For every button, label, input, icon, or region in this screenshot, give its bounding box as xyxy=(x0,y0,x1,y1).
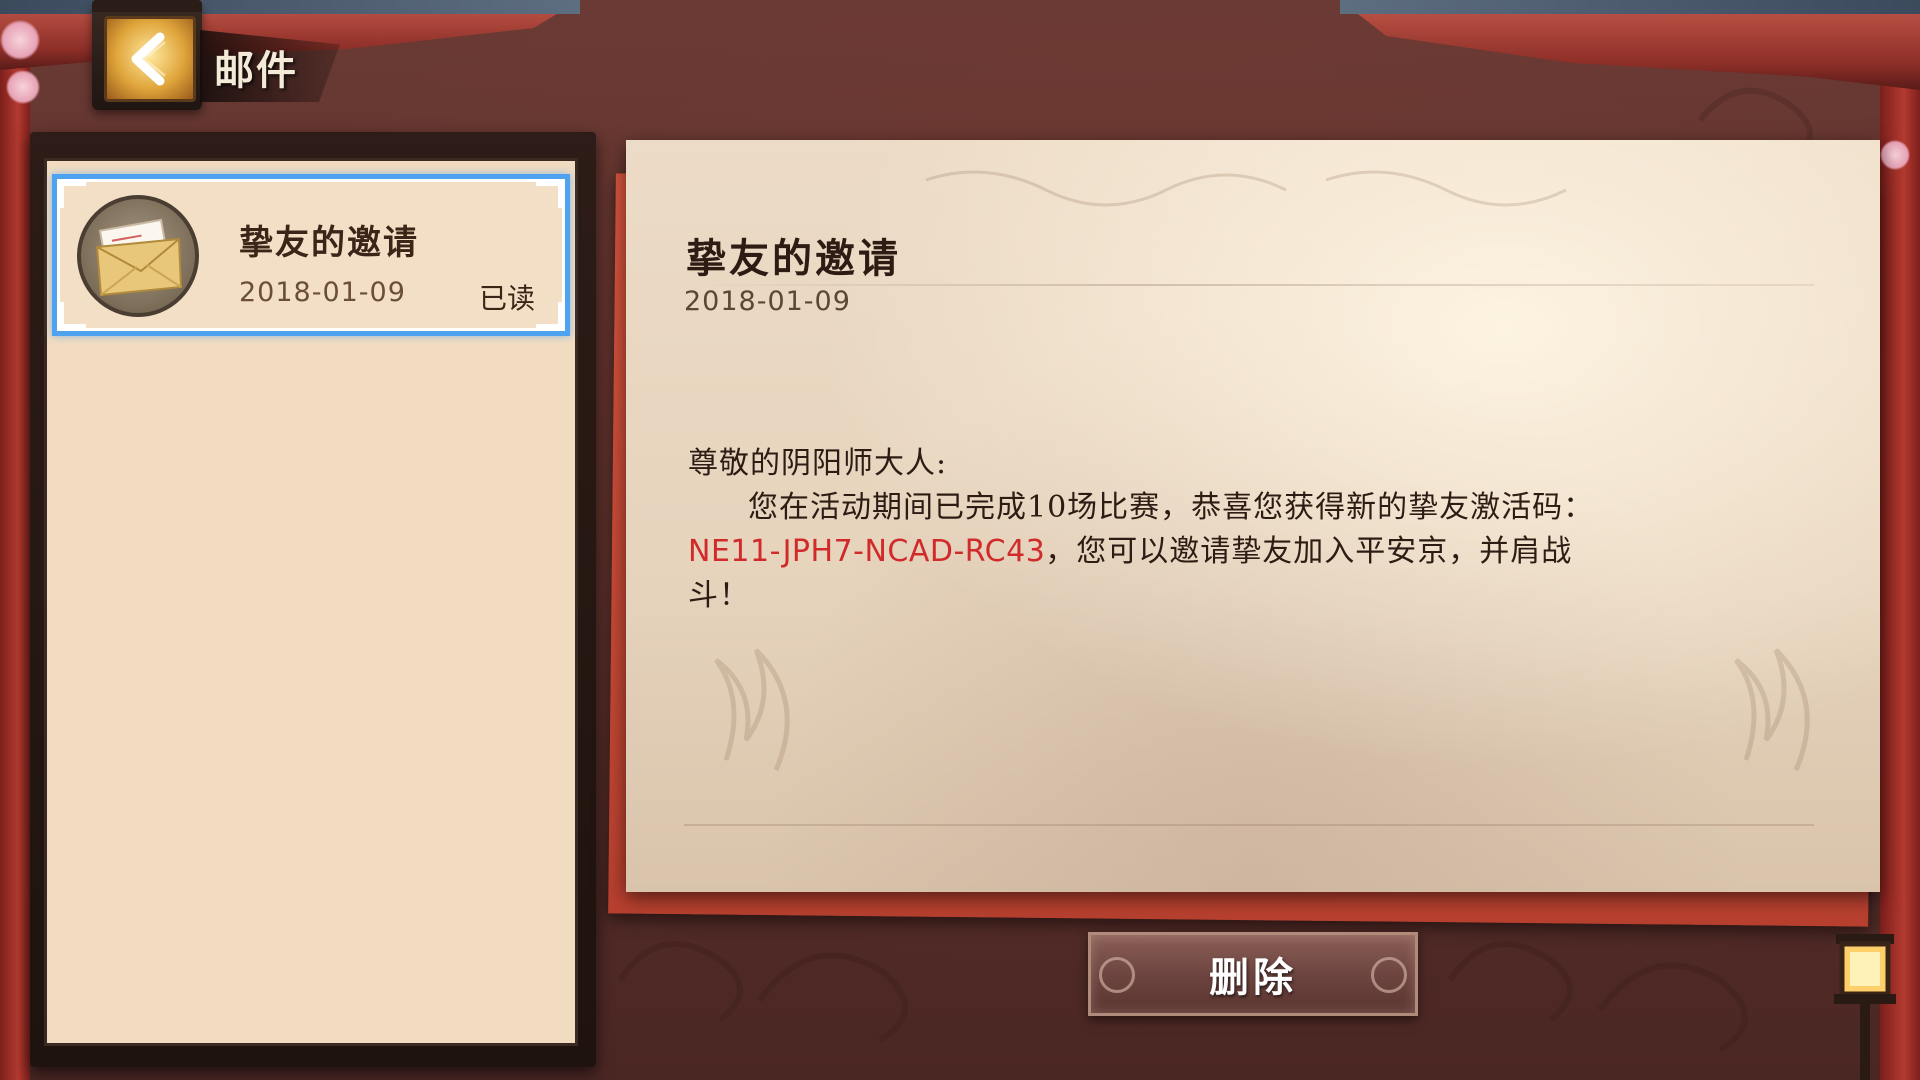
back-button[interactable] xyxy=(92,0,202,110)
page-title: 邮件 xyxy=(214,47,298,94)
letter-divider xyxy=(684,284,1814,286)
roof-tile-right xyxy=(1340,0,1920,14)
roof-tile-left xyxy=(0,0,580,14)
letter-line-2: NE11-JPH7-NCAD-RC43，您可以邀请挚友加入平安京，并肩战 xyxy=(688,530,1688,574)
letter-line-1: 您在活动期间已完成10场比赛，恭喜您获得新的挚友激活码： xyxy=(748,490,1595,525)
cherry-blossom-icon xyxy=(6,70,40,104)
cherry-blossom-icon xyxy=(0,20,40,60)
selection-corner xyxy=(536,302,563,329)
back-button-face xyxy=(104,16,196,102)
cherry-blossom-icon xyxy=(1880,140,1910,170)
mail-item-status: 已读 xyxy=(479,282,536,315)
lantern-icon xyxy=(1834,934,1896,1080)
letter-title: 挚友的邀请 xyxy=(686,235,901,282)
chevron-left-icon xyxy=(131,32,166,86)
selection-corner xyxy=(536,181,563,208)
red-pillar-right xyxy=(1880,60,1920,1080)
red-pillar-left xyxy=(0,40,30,1080)
mail-list-item[interactable]: 挚友的邀请 2018-01-09 已读 xyxy=(52,174,570,336)
mail-item-title: 挚友的邀请 xyxy=(239,223,419,263)
letter-body: 尊敬的阴阳师大人: 您在活动期间已完成10场比赛，恭喜您获得新的挚友激活码： N… xyxy=(688,442,1688,618)
back-button-cap xyxy=(92,0,202,12)
letter-date: 2018-01-09 xyxy=(684,286,851,317)
delete-button-label: 删除 xyxy=(1209,954,1297,1001)
envelope-icon xyxy=(77,195,199,317)
letter-line-2-text: ，您可以邀请挚友加入平安京，并肩战 xyxy=(1045,534,1573,569)
selection-corner xyxy=(59,302,86,329)
delete-button[interactable]: 删除 xyxy=(1088,932,1418,1016)
swirl-ornament-right xyxy=(1371,957,1407,993)
activation-code[interactable]: NE11-JPH7-NCAD-RC43 xyxy=(688,534,1045,569)
letter-greeting: 尊敬的阴阳师大人: xyxy=(688,446,948,481)
mail-item-date: 2018-01-09 xyxy=(239,277,406,308)
letter-line-3: 斗！ xyxy=(688,578,750,613)
mail-screen: 邮件 挚友的邀请 2018-01-09 已读 挚友的邀请 2018-01-09 … xyxy=(0,0,1920,1080)
selection-corner xyxy=(59,181,86,208)
letter-bottom-divider xyxy=(684,824,1814,826)
swirl-ornament-left xyxy=(1099,957,1135,993)
